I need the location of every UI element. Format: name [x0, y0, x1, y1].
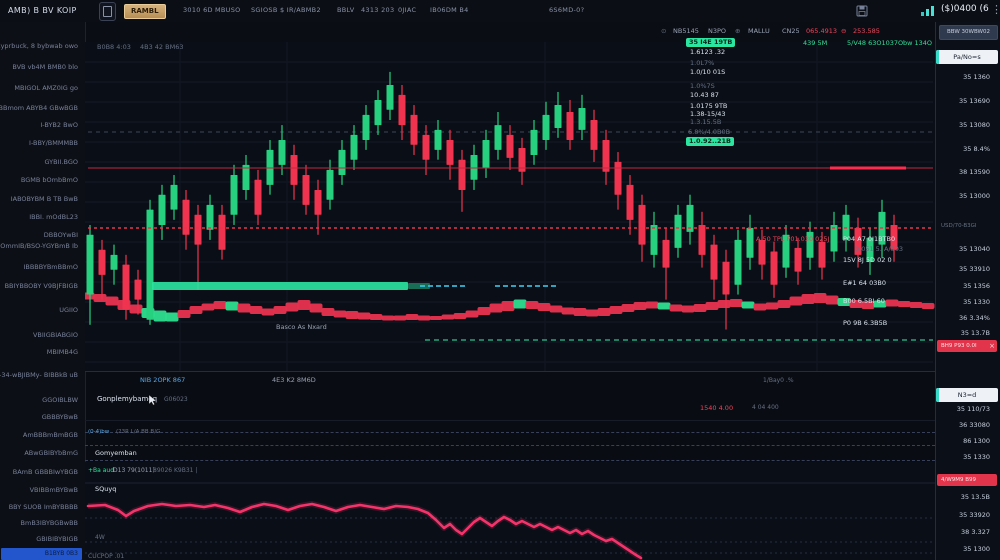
overflow-menu-icon[interactable]: ⋮: [991, 3, 1000, 16]
osc-name: SQuyq: [95, 485, 116, 493]
close-icon[interactable]: ×: [989, 340, 995, 352]
ladder-header-button[interactable]: BBW 30WBW02: [939, 25, 998, 40]
position-alert-chip[interactable]: BH9 P93 0.0I ×: [937, 340, 997, 352]
footer-info: (23R L/A BB.B/G: [116, 429, 160, 435]
mouse-cursor-icon: [149, 395, 157, 405]
order-toolbar: BYMMB 0MB0B B0B CD-BUA.00010: [0, 22, 1000, 43]
candlestick-chart[interactable]: [85, 42, 935, 371]
alert-value: 1540 4.00: [700, 404, 733, 412]
alert-chip-label: BH9 P93 0.0I: [941, 343, 977, 349]
position-alert-chip[interactable]: 4/W9M9 B99: [937, 474, 997, 486]
percent-label: 1/Bay0 .%: [763, 377, 794, 384]
instrument-code: G06023: [164, 396, 188, 403]
app-logo-icon[interactable]: [99, 2, 116, 21]
osc-footer: CUCPOP .01: [88, 553, 124, 560]
watchlist-selected-item[interactable]: B1BYB 0B3: [1, 548, 82, 560]
save-icon[interactable]: [856, 5, 868, 17]
indicator-info: 4E3 K2 8M6D: [272, 376, 316, 384]
header-primary-button[interactable]: RAMBL: [124, 4, 166, 19]
alert-extra: 4 04 400: [752, 404, 779, 411]
ladder-selected-row[interactable]: N3=d: [936, 388, 998, 402]
header-bar: AMB) B BV KOIP RAMBL ($)0400 (6 ⋮: [0, 0, 1000, 23]
osc-legend-params: D13 79(1011): [113, 467, 155, 474]
osc-legend-values: 89026 K9B31 |: [153, 467, 197, 474]
gridline: [85, 420, 935, 421]
alert-chip-label: 4/W9M9 B99: [941, 477, 976, 483]
panel-divider-dashed: [85, 445, 935, 446]
panel2-label: Gomyemban: [95, 449, 137, 457]
panel-divider-dashed: [85, 432, 935, 433]
oscillator-chart[interactable]: [85, 462, 935, 560]
panel-divider-dashed: [85, 460, 935, 461]
footer-link[interactable]: (0-4)bw: [88, 429, 109, 435]
osc-mid-label: 4W: [95, 534, 105, 541]
app-title: AMB) B BV KOIP: [8, 6, 77, 15]
osc-legend-main: +Ba aud: [88, 467, 114, 474]
panel-divider: [85, 371, 935, 372]
ladder-selected-row[interactable]: Pa/No=s: [936, 50, 998, 64]
account-balance: ($)0400 (6: [941, 4, 989, 14]
watchlist-sidebar: B1BYB 0B3: [0, 22, 86, 560]
indicator-tab[interactable]: NIB 2OPK 867: [140, 376, 185, 384]
trading-app-window: AMB) B BV KOIP RAMBL ($)0400 (6 ⋮ BYMMB …: [0, 0, 1000, 560]
stats-bars-icon[interactable]: [921, 6, 935, 16]
